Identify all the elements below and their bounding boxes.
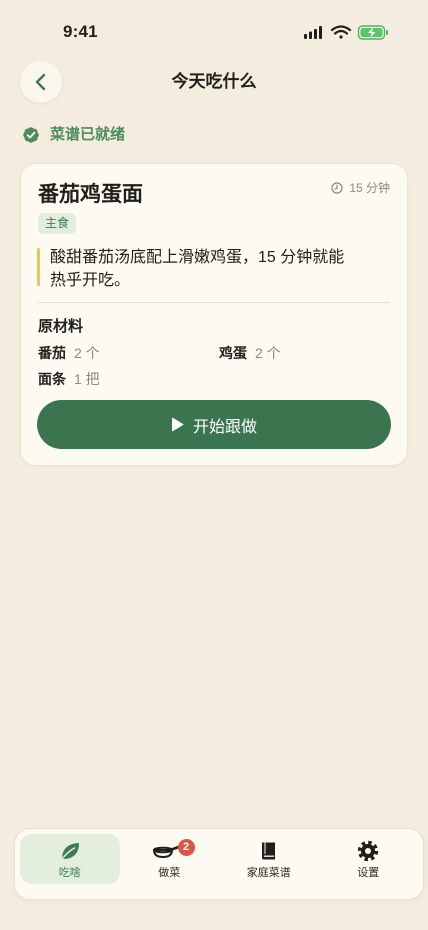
tab-label: 做菜	[158, 866, 181, 879]
ingredient-name: 鸡蛋	[219, 345, 247, 361]
quote-bar	[37, 248, 40, 286]
gear-icon	[358, 840, 379, 861]
tab-cook[interactable]: 2 做菜	[120, 834, 220, 884]
recipe-card: 番茄鸡蛋面 15 分钟 主食 酸甜番茄汤底配上滑嫩鸡蛋，15 分钟就能热乎开吃。…	[20, 163, 408, 466]
ingredient-item: 鸡蛋 2 个	[219, 344, 281, 362]
leaf-icon	[61, 842, 79, 859]
tab-label: 设置	[357, 866, 380, 879]
ingredient-name: 面条	[38, 371, 66, 387]
ingredient-qty: 2 个	[255, 345, 281, 361]
ingredient-qty: 1 把	[74, 371, 100, 387]
page-title: 今天吃什么	[171, 72, 257, 91]
battery-charging-icon	[357, 25, 388, 40]
category-tag: 主食	[38, 213, 77, 234]
recipe-time-text: 15 分钟	[349, 181, 390, 195]
cook-badge: 2	[177, 839, 195, 856]
start-cooking-button[interactable]: 开始跟做	[37, 400, 391, 449]
recipe-time: 15 分钟	[331, 180, 390, 196]
divider	[38, 302, 390, 303]
wifi-icon	[330, 25, 352, 39]
ingredients-title: 原材料	[38, 318, 84, 335]
ingredient-qty: 2 个	[74, 345, 100, 361]
tab-settings[interactable]: 设置	[319, 834, 419, 884]
play-icon	[171, 417, 184, 432]
ingredient-item: 面条 1 把	[38, 370, 100, 388]
ready-status-text: 菜谱已就绪	[50, 126, 126, 143]
recipe-description: 酸甜番茄汤底配上滑嫩鸡蛋，15 分钟就能热乎开吃。	[50, 249, 345, 289]
tab-eat[interactable]: 吃啥	[20, 834, 120, 884]
signal-icon	[304, 26, 322, 39]
tab-label: 吃啥	[58, 866, 81, 879]
ingredient-item: 番茄 2 个	[38, 344, 100, 362]
clock-icon	[331, 182, 343, 194]
tab-bar: 吃啥 2 做菜 家庭菜谱 设置	[14, 828, 424, 900]
recipe-title: 番茄鸡蛋面	[38, 183, 143, 206]
tab-label: 家庭菜谱	[246, 866, 291, 879]
book-icon	[261, 842, 275, 859]
start-cooking-label: 开始跟做	[192, 418, 257, 436]
ingredient-name: 番茄	[38, 345, 66, 361]
tab-family-recipes[interactable]: 家庭菜谱	[219, 834, 319, 884]
status-icons	[304, 25, 388, 40]
status-time: 9:41	[63, 22, 98, 41]
check-badge-icon	[23, 127, 39, 143]
